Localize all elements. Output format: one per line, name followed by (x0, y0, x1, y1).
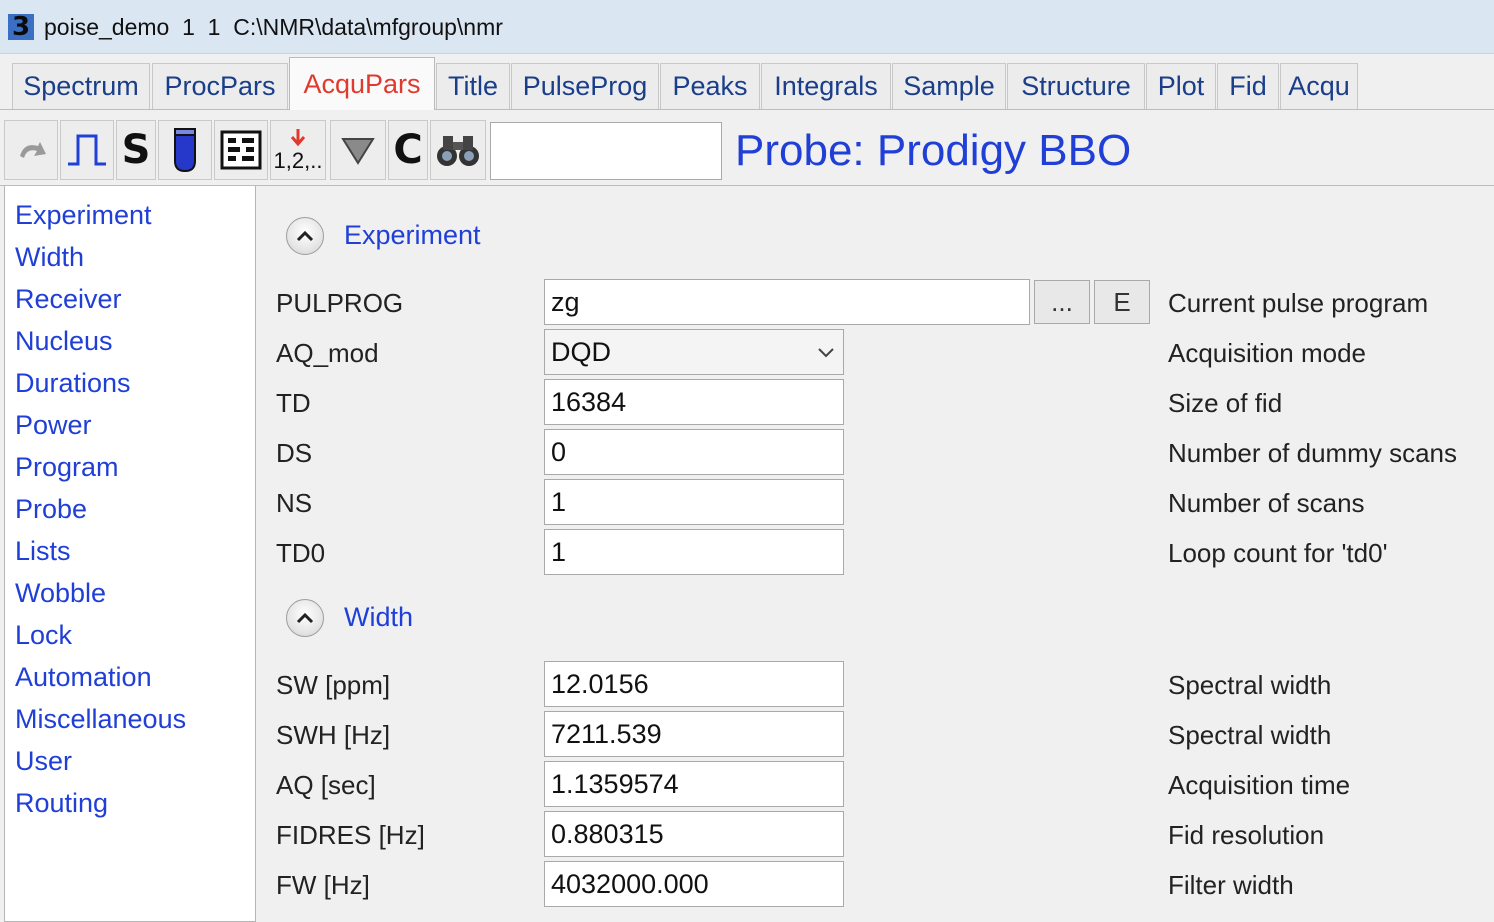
param-label-td: TD (276, 388, 311, 418)
tab-structure[interactable]: Structure (1007, 63, 1145, 109)
aqmod-select-value: DQD (551, 336, 611, 367)
sidebar-item-nucleus[interactable]: Nucleus (15, 326, 113, 357)
numbering-label: 1,2,.. (273, 148, 323, 173)
param-desc-fidres: Fid resolution (1168, 820, 1325, 850)
sidebar-item-automation[interactable]: Automation (15, 662, 152, 693)
pulse-button[interactable] (60, 120, 114, 180)
param-label-fidres: FIDRES [Hz] (276, 820, 425, 850)
edit-pulprog-button[interactable]: E (1094, 280, 1150, 324)
tube-icon (174, 128, 196, 173)
tab-sample[interactable]: Sample (892, 63, 1006, 109)
aq-input[interactable]: 1.1359574 (544, 761, 844, 807)
param-label-swh: SWH [Hz] (276, 720, 391, 750)
experiment-collapse-button[interactable] (286, 217, 324, 255)
title-bar: 3 poise_demo 1 1 C:\NMR\data\mfgroup\nmr (0, 0, 1494, 54)
sidebar-item-receiver[interactable]: Receiver (15, 284, 122, 315)
sw-input[interactable]: 12.0156 (544, 661, 844, 707)
sidebar-item-lists[interactable]: Lists (15, 536, 71, 567)
search-input[interactable] (490, 122, 722, 180)
param-label-fw: FW [Hz] (276, 870, 370, 900)
sidebar-item-lock[interactable]: Lock (15, 620, 72, 651)
search-button[interactable] (430, 120, 486, 180)
pulse-icon (68, 134, 106, 166)
sidebar-item-wobble[interactable]: Wobble (15, 578, 106, 609)
chevron-down-icon (818, 348, 834, 358)
tab-integrals[interactable]: Integrals (761, 63, 891, 109)
param-desc-td: Size of fid (1168, 388, 1283, 418)
s-button[interactable]: S (116, 120, 156, 180)
fw-input[interactable]: 4032000.000 (544, 861, 844, 907)
param-label-pulprog: PULPROG (276, 288, 404, 318)
numbering-icon (290, 129, 306, 147)
tab-fid[interactable]: Fid (1217, 63, 1279, 109)
tab-spectrum[interactable]: Spectrum (12, 63, 150, 109)
param-desc-swh: Spectral width (1168, 720, 1332, 750)
toolbar: S 1,2,.. C Probe: Prodigy BBO (0, 112, 1494, 186)
table-icon (220, 130, 262, 170)
param-label-aq: AQ [sec] (276, 770, 376, 800)
ds-input[interactable]: 0 (544, 429, 844, 475)
c-button[interactable]: C (388, 120, 428, 180)
pulprog-input[interactable]: zg (544, 279, 1030, 325)
tab-acqupars[interactable]: AcquPars (289, 57, 435, 110)
experiment-section-title: Experiment (344, 220, 481, 250)
tab-bar: Spectrum ProcPars AcquPars Title PulsePr… (0, 55, 1494, 110)
filter-icon (341, 138, 375, 165)
param-label-ns: NS (276, 488, 313, 518)
chevron-up-icon (296, 612, 314, 624)
sidebar-item-durations[interactable]: Durations (15, 368, 131, 399)
param-desc-aq: Acquisition time (1168, 770, 1351, 800)
td-input[interactable]: 16384 (544, 379, 844, 425)
param-desc-sw: Spectral width (1168, 670, 1332, 700)
tab-pulseprog[interactable]: PulseProg (511, 63, 659, 109)
width-collapse-button[interactable] (286, 599, 324, 637)
fidres-input[interactable]: 0.880315 (544, 811, 844, 857)
td0-input[interactable]: 1 (544, 529, 844, 575)
tab-plot[interactable]: Plot (1146, 63, 1216, 109)
param-desc-ns: Number of scans (1168, 488, 1365, 518)
parameter-panel: Experiment PULPROG zg ... E Current puls… (258, 186, 1494, 922)
binoculars-icon (437, 136, 479, 166)
s-icon: S (121, 127, 151, 173)
sample-tube-button[interactable] (158, 120, 212, 180)
tab-procpars[interactable]: ProcPars (152, 63, 288, 109)
sidebar-item-user[interactable]: User (15, 746, 72, 777)
chevron-up-icon (296, 230, 314, 242)
param-label-td0: TD0 (276, 538, 326, 568)
tab-peaks[interactable]: Peaks (660, 63, 760, 109)
table-button[interactable] (214, 120, 268, 180)
filter-button[interactable] (330, 120, 386, 180)
param-desc-td0: Loop count for 'td0' (1168, 538, 1388, 568)
aqmod-select[interactable]: DQD (544, 329, 844, 375)
param-desc-pulprog: Current pulse program (1168, 288, 1429, 318)
param-desc-fw: Filter width (1168, 870, 1294, 900)
sidebar-item-experiment[interactable]: Experiment (15, 200, 152, 231)
sidebar-item-routing[interactable]: Routing (15, 788, 108, 819)
probe-label: Probe: Prodigy BBO (735, 126, 1132, 175)
sidebar-item-probe[interactable]: Probe (15, 494, 87, 525)
ns-input[interactable]: 1 (544, 479, 844, 525)
app-icon: 3 (8, 14, 34, 40)
sidebar-item-power[interactable]: Power (15, 410, 92, 441)
param-label-ds: DS (276, 438, 313, 468)
sidebar-item-program[interactable]: Program (15, 452, 119, 483)
width-section-title: Width (344, 602, 414, 632)
sidebar-item-width[interactable]: Width (15, 242, 84, 273)
sidebar: Experiment Width Receiver Nucleus Durati… (4, 186, 256, 922)
c-icon: C (393, 127, 423, 173)
window-title: poise_demo 1 1 C:\NMR\data\mfgroup\nmr (44, 14, 503, 40)
param-label-sw: SW [ppm] (276, 670, 391, 700)
tab-title[interactable]: Title (436, 63, 510, 109)
param-desc-ds: Number of dummy scans (1168, 438, 1457, 468)
swh-input[interactable]: 7211.539 (544, 711, 844, 757)
browse-button[interactable]: ... (1034, 280, 1090, 324)
sidebar-item-miscellaneous[interactable]: Miscellaneous (15, 704, 186, 735)
numbering-button[interactable]: 1,2,.. (270, 120, 326, 180)
undo-button[interactable] (4, 120, 58, 180)
undo-icon (20, 142, 46, 158)
param-label-aqmod: AQ_mod (276, 338, 379, 368)
tab-acqu[interactable]: Acqu (1280, 63, 1358, 109)
param-desc-aqmod: Acquisition mode (1168, 338, 1366, 368)
